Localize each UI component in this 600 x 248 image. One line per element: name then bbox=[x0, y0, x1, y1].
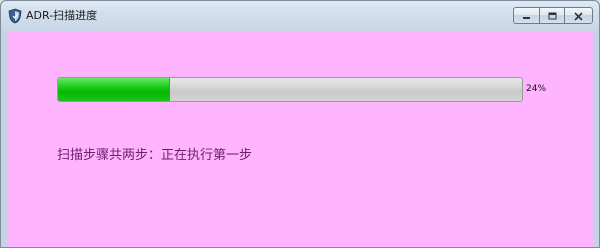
title-bar[interactable]: ADR-扫描进度 bbox=[1, 1, 599, 31]
close-icon bbox=[573, 6, 584, 25]
window-title: ADR-扫描进度 bbox=[26, 9, 98, 22]
minimize-button[interactable] bbox=[513, 7, 539, 24]
minimize-icon bbox=[521, 6, 532, 25]
close-button[interactable] bbox=[564, 7, 593, 24]
maximize-icon bbox=[547, 6, 558, 25]
caption-buttons bbox=[513, 7, 593, 25]
scan-progress-bar bbox=[57, 77, 523, 102]
progress-fill bbox=[58, 78, 170, 101]
app-window: ADR-扫描进度 24% 扫描步骤共两步：正在执行第一步 bbox=[0, 0, 600, 248]
progress-percent-label: 24% bbox=[526, 84, 547, 94]
app-shield-icon bbox=[7, 8, 23, 24]
client-area: 24% 扫描步骤共两步：正在执行第一步 bbox=[8, 31, 593, 247]
scan-status-text: 扫描步骤共两步：正在执行第一步 bbox=[57, 148, 253, 163]
maximize-button[interactable] bbox=[539, 7, 564, 24]
